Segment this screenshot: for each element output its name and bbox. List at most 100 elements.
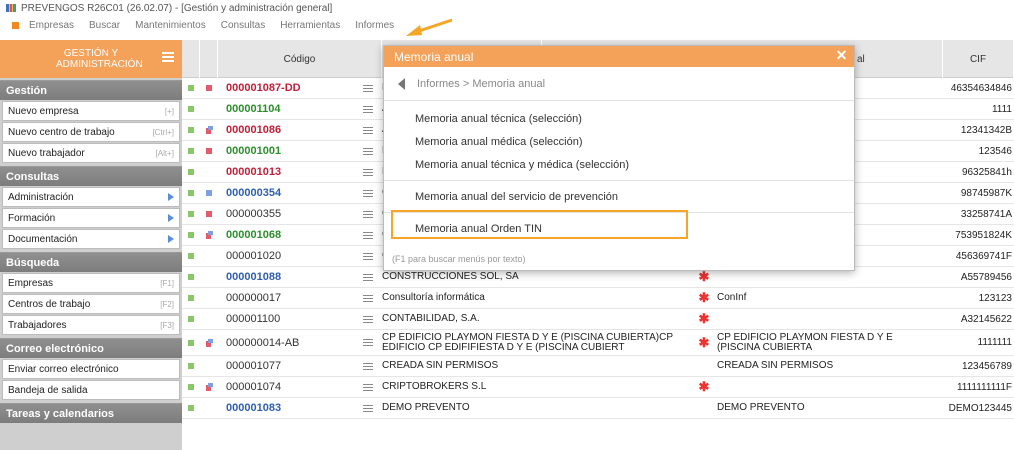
sidebar-item[interactable]: Administración — [2, 187, 180, 207]
row-code[interactable]: 000001001 — [218, 141, 358, 161]
row-select-icon[interactable] — [188, 190, 194, 196]
expand-arrow-icon[interactable] — [168, 193, 174, 201]
row-details-icon[interactable] — [363, 362, 373, 370]
back-arrow-icon[interactable] — [398, 77, 405, 90]
menu-buscar[interactable]: Buscar — [89, 20, 120, 31]
row-code[interactable]: 000001020 — [218, 246, 358, 266]
row-select-icon[interactable] — [188, 363, 194, 369]
row-menu-cell[interactable] — [358, 141, 378, 161]
row-code[interactable]: 000001100 — [218, 309, 358, 329]
row-select-cell[interactable] — [182, 267, 200, 287]
row-code[interactable]: 000001104 — [218, 99, 358, 119]
row-code[interactable]: 000000355 — [218, 204, 358, 224]
row-select-icon[interactable] — [188, 274, 194, 280]
row-details-icon[interactable] — [363, 339, 373, 346]
sidebar-item[interactable]: Nuevo empresa [+] — [2, 101, 180, 121]
row-details-icon[interactable] — [363, 126, 373, 134]
row-select-icon[interactable] — [188, 384, 194, 390]
expand-arrow-icon[interactable] — [168, 214, 174, 222]
row-select-cell[interactable] — [182, 377, 200, 397]
row-code[interactable]: 000000014-AB — [218, 330, 358, 355]
menu-consultas[interactable]: Consultas — [221, 20, 265, 31]
sidebar-item[interactable]: Nuevo centro de trabajo [Ctrl+] — [2, 122, 180, 142]
row-details-icon[interactable] — [363, 294, 373, 302]
row-select-icon[interactable] — [188, 405, 194, 411]
row-menu-cell[interactable] — [358, 204, 378, 224]
row-code[interactable]: 000001088 — [218, 267, 358, 287]
row-menu-cell[interactable] — [358, 246, 378, 266]
close-icon[interactable]: ✕ — [835, 48, 848, 62]
option-memoria-servicio[interactable]: Memoria anual del servicio de prevención — [384, 185, 854, 208]
row-menu-cell[interactable] — [358, 330, 378, 355]
row-menu-cell[interactable] — [358, 377, 378, 397]
row-select-icon[interactable] — [188, 339, 194, 346]
menu-herramientas[interactable]: Herramientas — [280, 20, 340, 31]
row-select-cell[interactable] — [182, 330, 200, 355]
row-menu-cell[interactable] — [358, 288, 378, 308]
row-code[interactable]: 000001087-DD — [218, 78, 358, 98]
sidebar-item[interactable]: Nuevo trabajador [Alt+] — [2, 143, 180, 163]
row-select-icon[interactable] — [188, 232, 194, 238]
option-memoria-tecnica[interactable]: Memoria anual técnica (selección) — [384, 107, 854, 130]
sidebar-item[interactable]: Enviar correo electrónico — [2, 359, 180, 379]
row-select-icon[interactable] — [188, 316, 194, 322]
row-menu-cell[interactable] — [358, 120, 378, 140]
sidebar-item[interactable]: Formación — [2, 208, 180, 228]
row-select-icon[interactable] — [188, 106, 194, 112]
row-details-icon[interactable] — [363, 189, 373, 197]
row-details-icon[interactable] — [363, 404, 373, 412]
row-select-cell[interactable] — [182, 120, 200, 140]
row-code[interactable]: 000001074 — [218, 377, 358, 397]
row-select-icon[interactable] — [188, 85, 194, 91]
row-details-icon[interactable] — [363, 273, 373, 281]
table-row[interactable]: 000001077 CREADA SIN PERMISOS CREADA SIN P… — [182, 356, 1014, 377]
row-code[interactable]: 000000354 — [218, 183, 358, 203]
row-details-icon[interactable] — [363, 84, 373, 92]
table-row[interactable]: 000001083 DEMO PREVENTO DEMO PREVENTO DEMO1… — [182, 398, 1014, 419]
row-select-cell[interactable] — [182, 204, 200, 224]
row-select-icon[interactable] — [188, 253, 194, 259]
row-select-icon[interactable] — [188, 127, 194, 133]
row-select-cell[interactable] — [182, 162, 200, 182]
table-row[interactable]: 000001074 CRIPTOBROKERS S.L ✱ 1111111111F — [182, 377, 1014, 398]
row-select-cell[interactable] — [182, 288, 200, 308]
row-select-cell[interactable] — [182, 309, 200, 329]
row-select-cell[interactable] — [182, 141, 200, 161]
row-code[interactable]: 000001083 — [218, 398, 358, 418]
row-details-icon[interactable] — [363, 315, 373, 323]
row-menu-cell[interactable] — [358, 398, 378, 418]
row-details-icon[interactable] — [363, 252, 373, 260]
row-menu-cell[interactable] — [358, 309, 378, 329]
header-flag-col[interactable] — [200, 40, 218, 78]
sidebar-item[interactable]: Bandeja de salida — [2, 380, 180, 400]
row-code[interactable]: 000001013 — [218, 162, 358, 182]
row-select-cell[interactable] — [182, 398, 200, 418]
option-memoria-medica[interactable]: Memoria anual médica (selección) — [384, 130, 854, 153]
table-row[interactable]: 000001100 CONTABILIDAD, S.A. ✱ A32145622 — [182, 309, 1014, 330]
row-select-cell[interactable] — [182, 246, 200, 266]
row-menu-cell[interactable] — [358, 356, 378, 376]
row-select-icon[interactable] — [188, 295, 194, 301]
row-details-icon[interactable] — [363, 231, 373, 239]
row-code[interactable]: 000001068 — [218, 225, 358, 245]
menu-informes[interactable]: Informes — [355, 20, 394, 31]
row-code[interactable]: 000001086 — [218, 120, 358, 140]
option-memoria-tecnica-medica[interactable]: Memoria anual técnica y médica (selecció… — [384, 153, 854, 176]
menu-mantenimientos[interactable]: Mantenimientos — [135, 20, 206, 31]
header-select-col[interactable] — [182, 40, 200, 78]
sidebar-item[interactable]: Documentación — [2, 229, 180, 249]
row-code[interactable]: 000000017 — [218, 288, 358, 308]
hamburger-icon[interactable] — [162, 52, 174, 62]
row-details-icon[interactable] — [363, 105, 373, 113]
row-select-cell[interactable] — [182, 183, 200, 203]
row-details-icon[interactable] — [363, 383, 373, 391]
row-select-cell[interactable] — [182, 99, 200, 119]
header-alias[interactable]: al — [855, 40, 943, 78]
table-row[interactable]: 000000014-AB CP EDIFICIO PLAYMON FIESTA D… — [182, 330, 1014, 356]
row-menu-cell[interactable] — [358, 78, 378, 98]
row-select-icon[interactable] — [188, 169, 194, 175]
header-code[interactable]: Código — [218, 40, 382, 78]
row-select-icon[interactable] — [188, 148, 194, 154]
row-code[interactable]: 000001077 — [218, 356, 358, 376]
row-menu-cell[interactable] — [358, 225, 378, 245]
